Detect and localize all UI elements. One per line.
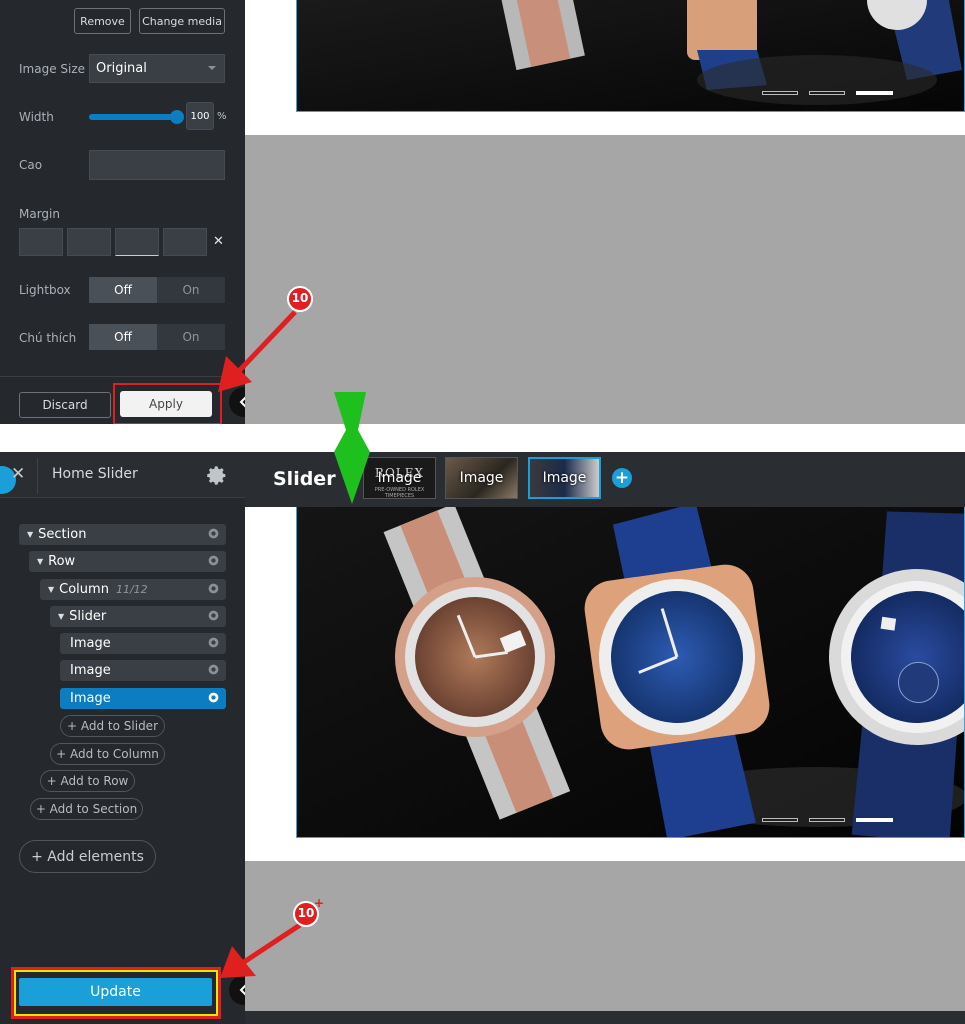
annotation-arrows	[218, 286, 370, 978]
red-arrowhead-bottom	[220, 946, 256, 978]
green-arrow-down	[334, 392, 370, 504]
red-arrow-line-top	[236, 310, 297, 374]
red-arrow-line-bottom	[242, 922, 302, 965]
step-badge-top: 10	[291, 291, 309, 305]
step-badge-bottom-plus: +	[314, 896, 325, 910]
slide-thumb-label: Image	[377, 470, 422, 486]
